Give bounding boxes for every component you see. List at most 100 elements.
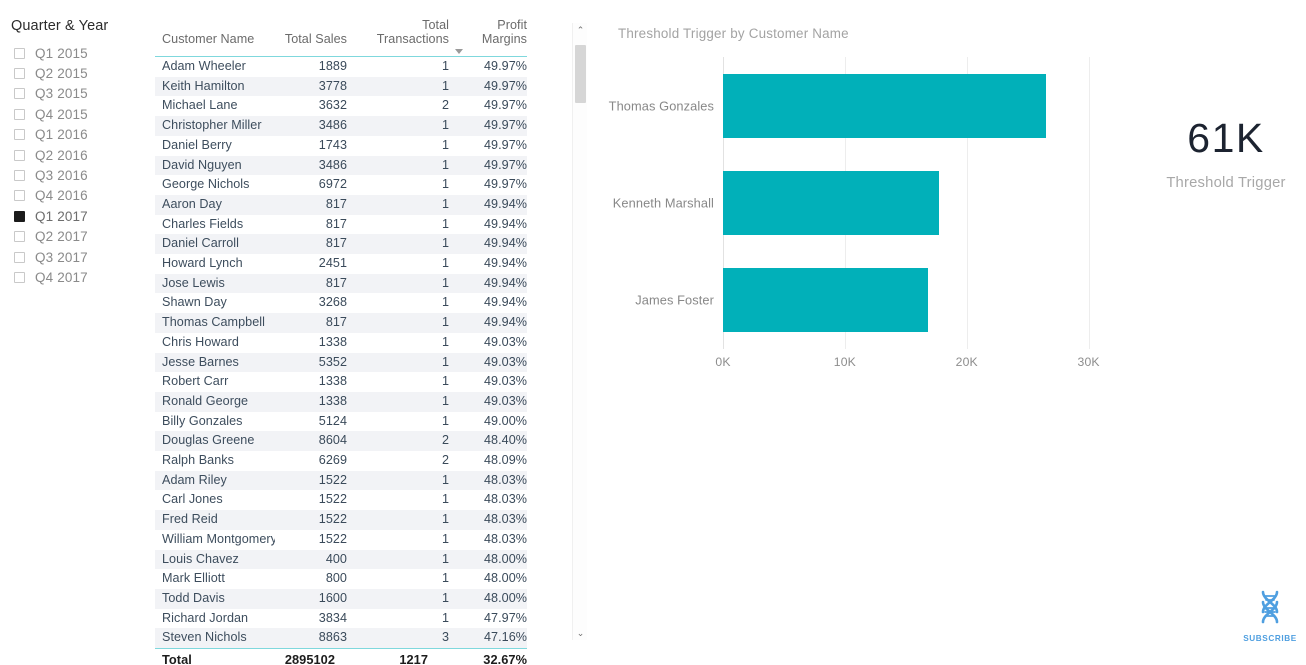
slicer-item-label: Q3 2017	[35, 249, 88, 265]
cell-profit-margin: 48.03%	[455, 470, 527, 491]
table-row[interactable]: Jose Lewis 817 1 49.94%	[155, 273, 527, 294]
checkbox-icon[interactable]	[14, 170, 25, 182]
checkbox-icon[interactable]	[14, 149, 25, 161]
cell-total-sales: 1338	[318, 374, 347, 389]
slicer-item-label: Q4 2017	[35, 269, 88, 285]
cell-total-transactions: 2	[441, 453, 449, 468]
checkbox-icon[interactable]	[14, 210, 25, 222]
cell-total-transactions: 1	[441, 374, 449, 389]
slicer-item-q3-2017[interactable]: Q3 2017	[0, 247, 150, 267]
cell-customer-name: Christopher Miller	[155, 116, 275, 136]
table-row[interactable]: Mark Elliott 800 1 48.00%	[155, 569, 527, 589]
table-row[interactable]: Todd Davis 1600 1 48.00%	[155, 588, 527, 609]
cell-profit-margin: 47.16%	[455, 628, 527, 649]
cell-profit-margin: 49.94%	[455, 234, 527, 255]
cell-total-sales: 1600	[275, 588, 353, 609]
scroll-down-icon[interactable]: ⌄	[573, 626, 588, 640]
cell-total-sales: 3268	[318, 295, 347, 310]
table-row[interactable]: Billy Gonzales 5124 1 49.00%	[155, 412, 527, 432]
cell-profit-margin: 49.03%	[483, 374, 527, 389]
cell-total-sales: 5124	[318, 413, 347, 428]
column-header-customer-name[interactable]: Customer Name	[155, 18, 275, 56]
cell-profit-margin: 48.03%	[483, 531, 527, 546]
cell-profit-margin: 49.94%	[483, 256, 527, 271]
table-row[interactable]: David Nguyen 3486 1 49.97%	[155, 155, 527, 176]
bar-kenneth-marshall[interactable]	[723, 171, 939, 235]
table-row[interactable]: Thomas Campbell 817 1 49.94%	[155, 313, 527, 333]
checkbox-icon[interactable]	[14, 129, 25, 141]
table-row[interactable]: Fred Reid 1522 1 48.03%	[155, 510, 527, 530]
table-row[interactable]: Louis Chavez 400 1 48.00%	[155, 549, 527, 570]
checkbox-icon[interactable]	[14, 251, 25, 263]
checkbox-icon[interactable]	[14, 88, 25, 100]
checkbox-icon[interactable]	[14, 271, 25, 283]
slicer-item-q3-2015[interactable]: Q3 2015	[0, 84, 150, 104]
table-row[interactable]: Douglas Greene 8604 2 48.40%	[155, 431, 527, 452]
slicer-item-q3-2016[interactable]: Q3 2016	[0, 165, 150, 185]
cell-profit-margin: 48.09%	[483, 453, 527, 468]
slicer-item-q4-2016[interactable]: Q4 2016	[0, 186, 150, 206]
column-header-total-sales[interactable]: Total Sales	[275, 18, 353, 56]
table-vertical-scrollbar[interactable]: ⌃ ⌄	[572, 23, 587, 640]
cell-total-sales: 6269	[318, 453, 347, 468]
table-row[interactable]: Michael Lane 3632 2 49.97%	[155, 96, 527, 116]
scrollbar-thumb[interactable]	[575, 45, 586, 103]
cell-profit-margin: 48.03%	[483, 492, 527, 507]
table-row[interactable]: Chris Howard 1338 1 49.03%	[155, 333, 527, 353]
table-row[interactable]: Ronald George 1338 1 49.03%	[155, 391, 527, 412]
table-row[interactable]: George Nichols 6972 1 49.97%	[155, 175, 527, 195]
slicer-item-q1-2015[interactable]: Q1 2015	[0, 43, 150, 63]
cell-total-transactions: 1	[353, 352, 455, 373]
slicer-item-label: Q1 2016	[35, 127, 88, 143]
table-row[interactable]: Jesse Barnes 5352 1 49.03%	[155, 352, 527, 373]
cell-customer-name: David Nguyen	[155, 155, 275, 176]
table-row[interactable]: Adam Riley 1522 1 48.03%	[155, 470, 527, 491]
checkbox-icon[interactable]	[14, 47, 25, 59]
cell-profit-margin: 48.03%	[455, 510, 527, 530]
table-row[interactable]: Aaron Day 817 1 49.94%	[155, 194, 527, 215]
subscribe-watermark[interactable]: SUBSCRIBE	[1242, 588, 1298, 643]
cell-profit-margin: 49.03%	[455, 391, 527, 412]
cell-total-sales: 2451	[318, 256, 347, 271]
table-row[interactable]: Ralph Banks 6269 2 48.09%	[155, 451, 527, 471]
slicer-item-q4-2015[interactable]: Q4 2015	[0, 104, 150, 124]
table-row[interactable]: Richard Jordan 3834 1 47.97%	[155, 609, 527, 629]
threshold-trigger-kpi-card: 61K Threshold Trigger	[1146, 118, 1306, 192]
cell-customer-name: Keith Hamilton	[155, 76, 275, 97]
checkbox-icon[interactable]	[14, 190, 25, 202]
scroll-up-icon[interactable]: ⌃	[573, 23, 588, 37]
checkbox-icon[interactable]	[14, 108, 25, 120]
table-row[interactable]: Steven Nichols 8863 3 47.16%	[155, 628, 527, 649]
table-row[interactable]: Robert Carr 1338 1 49.03%	[155, 372, 527, 392]
table-row[interactable]: Daniel Carroll 817 1 49.94%	[155, 234, 527, 255]
table-row[interactable]: William Montgomery 1522 1 48.03%	[155, 530, 527, 550]
bar-james-foster[interactable]	[723, 268, 928, 333]
checkbox-icon[interactable]	[14, 68, 25, 80]
cell-total-transactions: 1	[353, 313, 455, 333]
slicer-item-q2-2017[interactable]: Q2 2017	[0, 227, 150, 247]
cell-profit-margin: 49.94%	[483, 295, 527, 310]
checkbox-icon[interactable]	[14, 231, 25, 243]
column-header-total-transactions[interactable]: Total Transactions	[353, 18, 455, 56]
sort-descending-icon	[455, 49, 463, 54]
slicer-item-q1-2017[interactable]: Q1 2017	[0, 206, 150, 226]
table-row[interactable]: Christopher Miller 3486 1 49.97%	[155, 116, 527, 136]
table-row[interactable]: Charles Fields 817 1 49.94%	[155, 215, 527, 235]
table-row[interactable]: Carl Jones 1522 1 48.03%	[155, 490, 527, 510]
table-row[interactable]: Keith Hamilton 3778 1 49.97%	[155, 76, 527, 97]
slicer-item-q2-2016[interactable]: Q2 2016	[0, 145, 150, 165]
slicer-item-q1-2016[interactable]: Q1 2016	[0, 125, 150, 145]
cell-total-transactions: 1	[353, 116, 455, 136]
table-row[interactable]: Howard Lynch 2451 1 49.94%	[155, 254, 527, 274]
column-header-profit-margins[interactable]: Profit Margins	[455, 18, 527, 56]
slicer-item-q2-2015[interactable]: Q2 2015	[0, 63, 150, 83]
cell-customer-name: Shawn Day	[162, 295, 227, 310]
table-row[interactable]: Adam Wheeler 1889 1 49.97%	[155, 57, 527, 77]
cell-profit-margin: 49.94%	[455, 313, 527, 333]
bar-thomas-gonzales[interactable]	[723, 73, 1046, 138]
slicer-item-q4-2017[interactable]: Q4 2017	[0, 267, 150, 287]
table-row[interactable]: Shawn Day 3268 1 49.94%	[155, 293, 527, 313]
cell-customer-name: Todd Davis	[155, 588, 275, 609]
customer-table-body-wrap: Adam Wheeler 1889 1 49.97% Keith Hamilton 377…	[155, 57, 527, 649]
table-row[interactable]: Daniel Berry 1743 1 49.97%	[155, 136, 527, 156]
